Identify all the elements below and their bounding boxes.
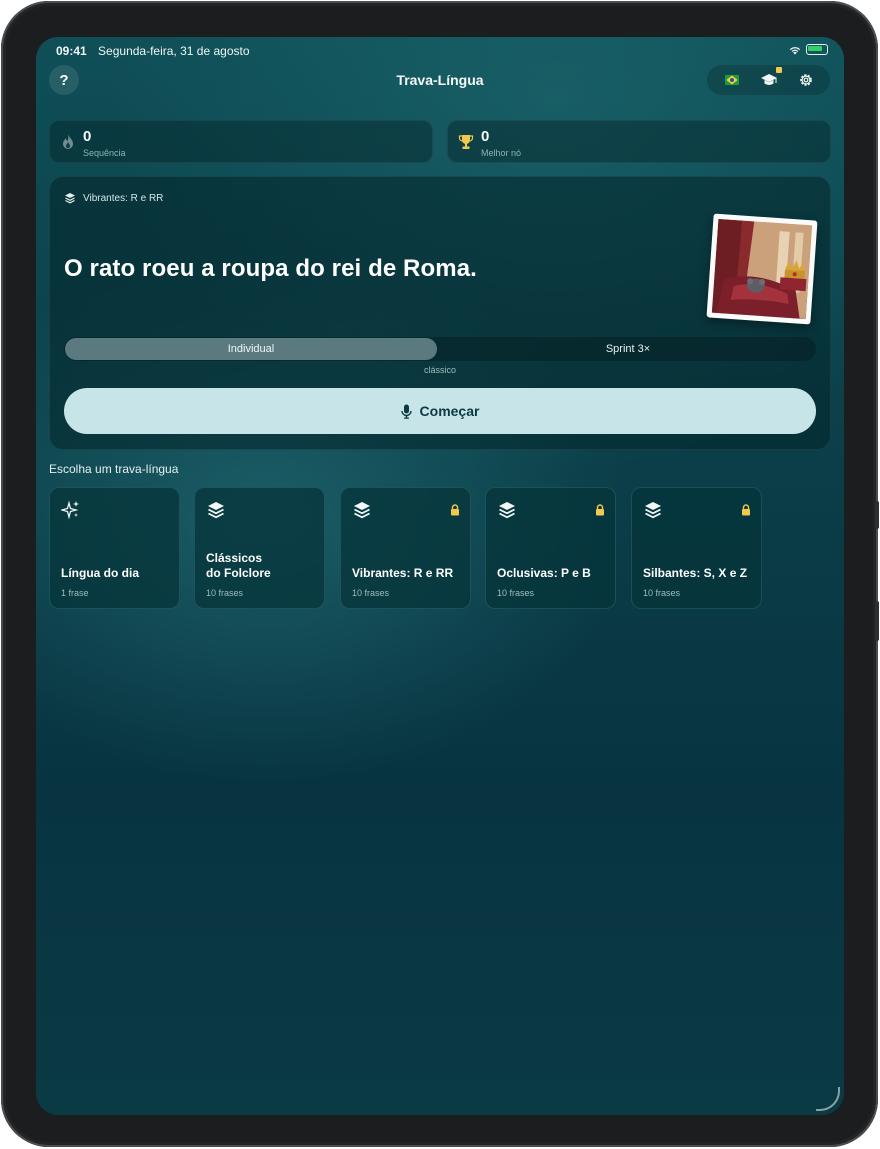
resize-corner-indicator bbox=[816, 1087, 840, 1111]
stack-icon bbox=[65, 193, 75, 204]
header-toolbar bbox=[707, 65, 830, 95]
tile-classicos-do-folclore[interactable]: Clássicos do Folclore 10 frases bbox=[194, 487, 325, 609]
tile-count: 10 frases bbox=[352, 588, 390, 598]
ipad-frame: 09:41 Segunda-feira, 31 de agosto ? Trav… bbox=[1, 1, 879, 1147]
current-twister-card: Vibrantes: R e RR O rato roeu a roupa do… bbox=[49, 176, 831, 450]
start-button[interactable]: Começar bbox=[64, 388, 816, 434]
best-stat: 0 Melhor nó bbox=[447, 120, 831, 163]
tile-vibrantes[interactable]: Vibrantes: R e RR 10 frases bbox=[340, 487, 471, 609]
mode-option-individual[interactable]: Individual bbox=[65, 338, 437, 360]
tile-name: Silbantes: S, X e Z bbox=[643, 566, 748, 580]
sparkles-icon bbox=[61, 500, 79, 520]
streak-value: 0 bbox=[83, 128, 92, 145]
best-label: Melhor nó bbox=[481, 148, 522, 158]
brazil-flag-icon bbox=[724, 75, 739, 85]
lock-icon bbox=[596, 504, 604, 516]
status-bar: 09:41 Segunda-feira, 31 de agosto bbox=[56, 44, 828, 58]
tile-name: Clássicos do Folclore bbox=[206, 551, 271, 580]
start-label: Começar bbox=[419, 403, 480, 419]
battery-icon bbox=[806, 44, 828, 55]
tile-lingua-do-dia[interactable]: Língua do dia 1 frase bbox=[49, 487, 180, 609]
stack-icon bbox=[208, 502, 224, 519]
category-tag: Vibrantes: R e RR bbox=[64, 192, 163, 204]
status-date: Segunda-feira, 31 de agosto bbox=[98, 44, 250, 58]
mode-caption: clássico bbox=[423, 365, 456, 375]
tile-oclusivas[interactable]: Oclusivas: P e B 10 frases bbox=[485, 487, 616, 609]
stack-icon bbox=[645, 502, 661, 519]
side-button bbox=[875, 501, 879, 529]
volume-button bbox=[875, 601, 879, 641]
stack-icon bbox=[354, 502, 370, 519]
tile-count: 10 frases bbox=[497, 588, 535, 598]
tile-name: Vibrantes: R e RR bbox=[352, 566, 454, 580]
lock-badge-icon bbox=[775, 67, 782, 73]
streak-stat: 0 Sequência bbox=[49, 120, 433, 163]
graduation-cap-icon bbox=[760, 74, 777, 85]
app-screen: 09:41 Segunda-feira, 31 de agosto ? Trav… bbox=[36, 37, 844, 1115]
gear-icon bbox=[799, 74, 812, 86]
streak-label: Sequência bbox=[83, 148, 126, 158]
flame-icon bbox=[63, 134, 73, 149]
stack-icon bbox=[499, 502, 515, 519]
category-label: Vibrantes: R e RR bbox=[83, 192, 164, 204]
mode-selector: Individual Sprint 3× bbox=[64, 337, 816, 361]
status-time: 09:41 bbox=[56, 44, 87, 58]
tile-name: Oclusivas: P e B bbox=[497, 566, 591, 580]
wifi-icon bbox=[789, 46, 801, 54]
learn-button[interactable] bbox=[755, 67, 783, 93]
tile-count: 1 frase bbox=[61, 588, 89, 598]
rat-king-illustration bbox=[711, 218, 813, 320]
lock-icon bbox=[451, 504, 459, 516]
tile-count: 10 frases bbox=[643, 588, 681, 598]
microphone-icon bbox=[400, 404, 412, 419]
best-value: 0 bbox=[481, 128, 490, 145]
trophy-icon bbox=[458, 135, 474, 149]
illustration-card bbox=[706, 213, 818, 325]
picker-title: Escolha um trava-língua bbox=[49, 462, 179, 476]
mode-option-sprint[interactable]: Sprint 3× bbox=[441, 338, 815, 360]
tile-count: 10 frases bbox=[206, 588, 244, 598]
settings-button[interactable] bbox=[792, 67, 820, 93]
language-button[interactable] bbox=[718, 67, 746, 93]
lock-icon bbox=[742, 504, 750, 516]
tile-silbantes[interactable]: Silbantes: S, X e Z 10 frases bbox=[631, 487, 762, 609]
twister-phrase: O rato roeu a roupa do rei de Roma. bbox=[64, 255, 477, 282]
tile-name: Língua do dia bbox=[61, 566, 139, 580]
